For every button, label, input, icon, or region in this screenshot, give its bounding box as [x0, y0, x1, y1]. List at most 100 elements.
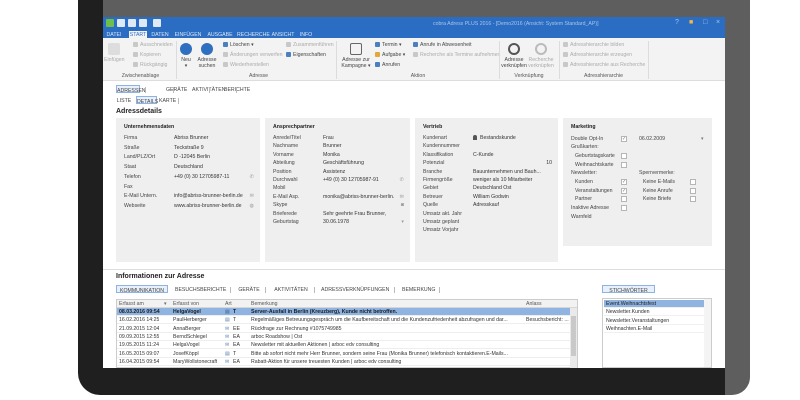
- tab-aktivitäten[interactable]: AKTIVITÄTEN: [192, 85, 225, 93]
- undo-button[interactable]: Rückgängig: [133, 62, 167, 68]
- column-header[interactable]: Erfasst am: [119, 301, 144, 307]
- discard-changes-button[interactable]: Änderungen verwerfen: [223, 52, 283, 58]
- field-value[interactable]: www.abriss-brunner-berlin.de: [174, 203, 241, 209]
- paste-button[interactable]: Einfügen: [104, 41, 124, 63]
- block-flag-checkbox[interactable]: [690, 187, 696, 194]
- properties-button[interactable]: Eigenschaften: [286, 52, 326, 58]
- restore-button[interactable]: Wiederherstellen: [223, 62, 269, 68]
- table-row[interactable]: 19.05.2015 11:24 HelgaVogel ✉ EA Newsletter …: [117, 341, 571, 350]
- tab-aktivitäten[interactable]: AKTIVITÄTEN: [273, 285, 309, 293]
- keyword-item[interactable]: Newsletter.Veranstaltungen: [604, 317, 704, 325]
- globe-icon[interactable]: ◍: [249, 203, 254, 209]
- table-row[interactable]: 09.09.2015 12:55 BerndSchlegel ✉ EA arboc Ro…: [117, 333, 571, 341]
- field-row: Brieferede Sehr geehrte Frau Brunner,: [273, 211, 404, 218]
- help-icon[interactable]: ?: [675, 19, 679, 26]
- quick-access-icon[interactable]: [153, 19, 161, 27]
- tab-karte[interactable]: KARTE: [159, 96, 176, 104]
- cut-button[interactable]: Ausschneiden: [133, 42, 173, 48]
- tab-bemerkung[interactable]: BEMERKUNG: [402, 285, 435, 293]
- tab-ausgabe[interactable]: AUSGABE: [206, 31, 234, 38]
- link-address-button[interactable]: Adresse verknüpfen: [501, 41, 527, 69]
- new-address-button[interactable]: Neu ▾: [177, 41, 195, 69]
- field-value[interactable]: info@abriss-brunner-berlin.de: [174, 193, 243, 199]
- close-icon[interactable]: ×: [716, 19, 720, 26]
- home-icon[interactable]: [117, 19, 125, 27]
- newsletter-checkbox[interactable]: ✓: [621, 179, 627, 185]
- newsletter-checkbox[interactable]: [621, 196, 627, 202]
- block-flag-checkbox[interactable]: [690, 179, 696, 185]
- field-value[interactable]: +49 (0) 30 12705987-91: [323, 177, 379, 183]
- inactive-address-checkbox[interactable]: [621, 205, 627, 211]
- scrollbar-thumb[interactable]: [571, 316, 576, 356]
- task-button[interactable]: Aufgabe ▾: [375, 52, 405, 58]
- tab-daten[interactable]: DATEN: [149, 31, 171, 38]
- skype-icon[interactable]: ◙: [401, 202, 404, 208]
- maximize-icon[interactable]: □: [703, 19, 707, 26]
- phone-icon[interactable]: ✆: [250, 174, 254, 180]
- column-header[interactable]: Anlass: [526, 301, 542, 307]
- tab-ansicht[interactable]: ANSICHT: [271, 31, 295, 38]
- link-search-button[interactable]: Recherche verknüpfen: [528, 41, 554, 69]
- table-row[interactable]: 21.09.2015 12:04 AnnaBerger ✉ EE Rückfrage z…: [117, 325, 571, 333]
- field-value[interactable]: +49 (0) 30 12705987-11: [174, 174, 229, 180]
- tab-datei[interactable]: DATEI: [103, 31, 125, 38]
- tab-einfügen[interactable]: EINFÜGEN: [173, 31, 203, 38]
- tab-geräte[interactable]: GERÄTE: [166, 85, 187, 93]
- tab-start[interactable]: START: [129, 31, 147, 38]
- tab-info[interactable]: INFO: [298, 31, 314, 38]
- tab-recherche[interactable]: RECHERCHE: [237, 31, 270, 38]
- tab-details[interactable]: DETAILS: [136, 96, 158, 105]
- table-row[interactable]: 16.02.2016 14:25 PaulHerberger ▤ T Regelmäßi…: [117, 316, 571, 325]
- cell-date: 08.03.2016 09:54: [119, 309, 160, 315]
- create-hierarchy-button[interactable]: Adresshierarchie erzeugen: [563, 52, 632, 58]
- greeting-card-checkbox[interactable]: [621, 161, 627, 168]
- delete-button[interactable]: Löschen ▾: [223, 42, 254, 48]
- column-header[interactable]: Bemerkung: [251, 301, 278, 307]
- keywords-scrollbar[interactable]: [704, 299, 711, 367]
- build-hierarchy-button[interactable]: Adresshierarchie bilden: [563, 42, 624, 48]
- field-value[interactable]: 30.06.1978: [323, 219, 349, 225]
- table-scrollbar[interactable]: [570, 308, 577, 368]
- keyword-item[interactable]: Event.Weihnachtsfest: [604, 300, 704, 308]
- phone-icon[interactable]: ✆: [400, 177, 404, 183]
- tab-liste[interactable]: LISTE: [116, 96, 132, 104]
- tab-geräte[interactable]: GERÄTE: [238, 285, 260, 293]
- table-row[interactable]: 08.03.2016 09:54 HelgaVogel ▤ T Server-Ausfa…: [117, 308, 571, 316]
- double-opt-in-checkbox[interactable]: ✓: [621, 136, 627, 142]
- tab-besuchsberichte[interactable]: BESUCHSBERICHTE: [175, 285, 226, 293]
- newsletter-checkbox[interactable]: ✓: [621, 187, 627, 194]
- keyword-item[interactable]: Newsletter.Kunden: [604, 308, 704, 317]
- field-label: Webseite: [124, 202, 146, 209]
- keywords-button[interactable]: STICHWÖRTER: [602, 285, 655, 294]
- search-as-appointments-button[interactable]: Recherche als Termine aufnehmen: [413, 52, 500, 58]
- table-row[interactable]: 16.04.2015 09:54 MaryWollstonecraft ✉ EA Rab…: [117, 358, 571, 366]
- save-all-icon[interactable]: [139, 19, 147, 27]
- dropdown-icon[interactable]: ▾: [401, 219, 404, 225]
- block-flag-checkbox[interactable]: [690, 196, 696, 202]
- keyword-item[interactable]: Weihnachten.E-Mail: [604, 325, 704, 333]
- search-address-button[interactable]: Adresse suchen: [196, 41, 218, 69]
- column-header[interactable]: Erfasst von: [173, 301, 199, 307]
- tab-adressverknüpfungen[interactable]: ADRESSVERKNÜPFUNGEN: [321, 285, 389, 293]
- hierarchy-from-search-button[interactable]: Adresshierarchie aus Recherche: [563, 62, 645, 68]
- sort-icon[interactable]: ▾: [164, 301, 167, 307]
- save-icon[interactable]: [128, 19, 136, 27]
- missed-calls-button[interactable]: Anrufe in Abwesenheit: [413, 42, 472, 48]
- tab-kommunikation[interactable]: KOMMUNIKATION: [116, 285, 168, 294]
- add-to-campaign-button[interactable]: Adresse zur Kampagne ▾: [338, 41, 374, 69]
- field-row: Straße Teckstraße 9: [124, 145, 254, 152]
- windows-icon[interactable]: ■: [689, 19, 693, 26]
- merge-button[interactable]: Zusammenführen: [286, 42, 334, 48]
- dropdown-icon[interactable]: ▾: [701, 136, 704, 142]
- mail-icon[interactable]: ✉: [250, 193, 254, 199]
- copy-button[interactable]: Kopieren: [133, 52, 161, 58]
- splitter[interactable]: [103, 269, 725, 270]
- column-header[interactable]: Art: [225, 301, 232, 307]
- mail-icon[interactable]: ✉: [400, 194, 404, 200]
- table-row[interactable]: 16.05.2015 09:07 JosefKöppl ▤ T Bitte ab sof…: [117, 350, 571, 358]
- greeting-card-checkbox[interactable]: [621, 153, 627, 159]
- field-value[interactable]: monika@abriss-brunner-berlin.: [323, 194, 394, 200]
- appointment-button[interactable]: Termin ▾: [375, 42, 402, 48]
- tab-adressen[interactable]: ADRESSEN: [116, 85, 146, 94]
- call-button[interactable]: Anrufen: [375, 62, 400, 68]
